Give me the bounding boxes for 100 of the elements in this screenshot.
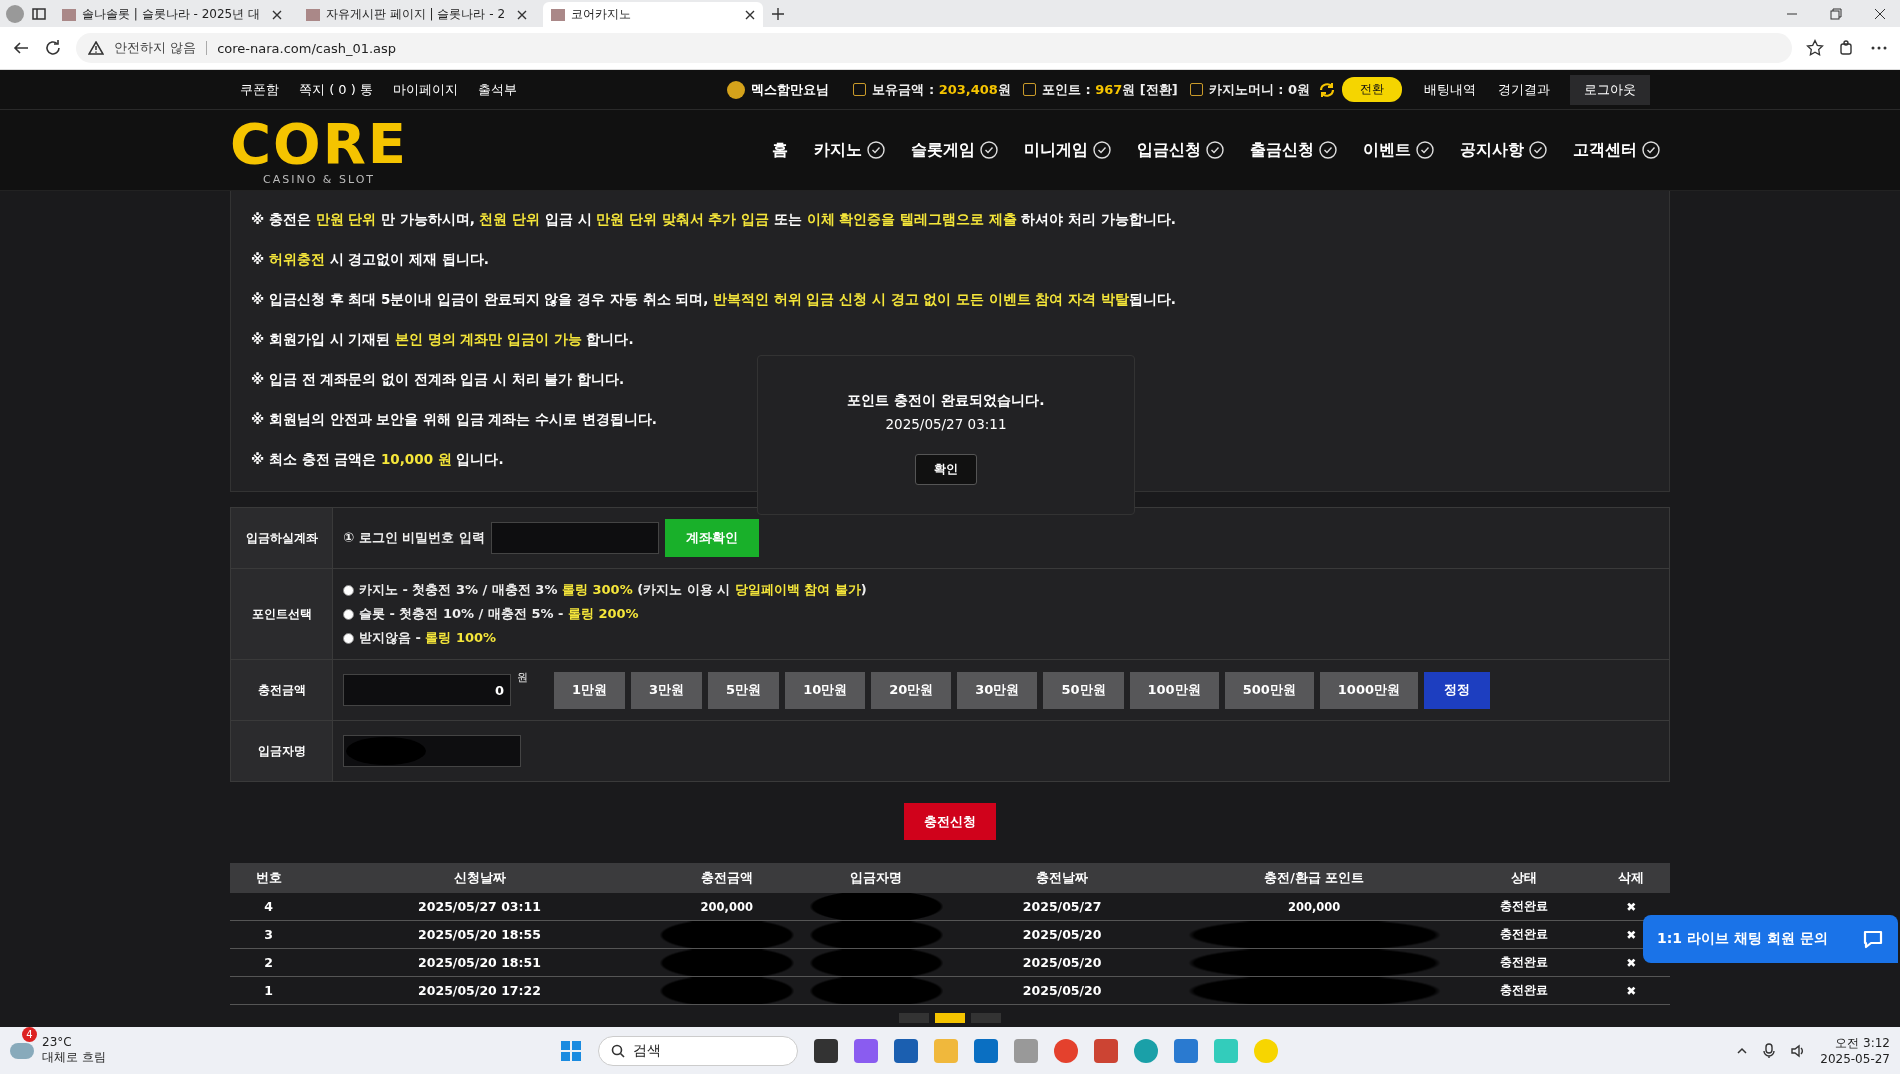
table-cell: 충전완료 [1454, 948, 1593, 977]
nav-item[interactable]: 출금신청 [1250, 139, 1337, 161]
password-label: ① 로그인 비밀번호 입력 [343, 529, 485, 547]
close-icon[interactable] [745, 9, 756, 20]
notice-text: ※ 충전은 만원 단위 만 가능하시며, 천원 단위 입금 시 만원 단위 맞춰서 추가 입금 또는 이체 확인증을 텔레그램으로 제출 하셔야 처리 가능합니다. [251, 210, 1176, 229]
table-cell: 충전완료 [1454, 920, 1593, 949]
table-cell: 2025/05/20 18:55 [307, 920, 652, 949]
amount-button[interactable]: 500만원 [1224, 671, 1314, 709]
delete-icon[interactable]: ✖ [1626, 983, 1637, 998]
radio-button[interactable] [343, 632, 354, 644]
password-field[interactable] [490, 522, 659, 554]
amount-button[interactable]: 20만원 [871, 671, 952, 709]
notice-text: ※ 입금 전 계좌문의 없이 전계좌 입금 시 처리 불가 합니다. [251, 370, 625, 389]
logo[interactable]: CORE CASINO & SLOT [230, 115, 409, 185]
new-tab-icon[interactable] [771, 6, 786, 21]
option-label: 받지않음 - 롤링 100% [359, 629, 497, 647]
tabs-icon[interactable] [32, 6, 46, 21]
refresh-icon[interactable] [1318, 80, 1336, 99]
row-label: 포인트선택 [231, 569, 333, 659]
column-header: 신청날짜 [307, 863, 652, 893]
column-header: 입금자명 [801, 863, 951, 893]
amount-button[interactable]: 50만원 [1043, 671, 1124, 709]
amount-button[interactable]: 3만원 [631, 671, 703, 709]
amount-button[interactable]: 1000만원 [1319, 671, 1418, 709]
nav-item[interactable]: 입금신청 [1137, 139, 1224, 161]
logout-button[interactable]: 로그아웃 [1570, 74, 1650, 105]
coin-icon [727, 80, 746, 99]
top-link[interactable]: 마이페이지 [392, 80, 458, 99]
table-cell: 200,000 [651, 893, 802, 921]
clock-time: 오전 3:12 [1835, 1035, 1890, 1052]
nav-item[interactable]: 공지사항 [1460, 139, 1547, 161]
column-header: 삭제 [1592, 863, 1670, 893]
favorite-icon[interactable] [1806, 39, 1824, 57]
reload-icon[interactable] [44, 39, 62, 57]
notification-badge: 4 [22, 1027, 37, 1042]
chat-bubble-icon [1862, 928, 1884, 950]
column-header: 충전금액 [651, 863, 802, 893]
close-icon[interactable] [272, 9, 282, 20]
reset-button[interactable]: 정정 [1424, 671, 1490, 709]
temperature-text: 23°C [42, 1035, 73, 1049]
top-link[interactable]: 배팅내역 [1424, 80, 1476, 99]
amount-button[interactable]: 1만원 [554, 671, 626, 709]
dialog-message: 포인트 충전이 완료되었습니다. [847, 392, 1045, 410]
row-label: 충전금액 [231, 660, 333, 720]
close-icon[interactable] [1874, 7, 1886, 20]
confirm-button[interactable]: 확인 [915, 454, 977, 485]
notice-text: ※ 허위충전 시 경고없이 제재 됩니다. [251, 250, 489, 269]
row-label: 입금하실계좌 [231, 508, 333, 568]
delete-icon[interactable]: ✖ [1626, 899, 1637, 914]
username: 멕스함만요님 [751, 80, 830, 99]
submit-button[interactable]: 충전신청 [904, 803, 996, 840]
depositor-field[interactable] [343, 735, 521, 767]
column-header: 번호 [230, 863, 308, 893]
table-cell: 2 [230, 948, 308, 977]
browser-tab[interactable]: 솔나솔롯 | 슬롯나라 - 2025년 대 [54, 2, 290, 27]
taskbar-search[interactable]: 검색 [598, 1035, 798, 1066]
option-label: 카지노 - 첫충전 3% / 매충전 3% 롤링 300% (카지노 이용 시 당일페이백 참여 불가) [359, 581, 867, 599]
amount-field[interactable]: 0 [343, 674, 511, 706]
table-cell: 2025/05/20 18:51 [307, 948, 652, 977]
table-cell: 2025/05/20 [950, 976, 1174, 1005]
delete-icon[interactable]: ✖ [1626, 927, 1637, 942]
amount-button[interactable]: 100만원 [1129, 671, 1219, 709]
table-cell: 4 [230, 893, 308, 921]
start-icon[interactable] [560, 1039, 582, 1062]
radio-button[interactable] [343, 584, 354, 596]
amount-button[interactable]: 5만원 [708, 671, 780, 709]
notice-text: ※ 회원가입 시 기재된 본인 명의 계좌만 입금이 가능 합니다. [251, 330, 634, 349]
row-label: 입금자명 [231, 721, 333, 781]
column-header: 상태 [1454, 863, 1593, 893]
weather-text: 대체로 흐림 [42, 1049, 106, 1066]
casino-money-text: 카지노머니 : 0원 [1208, 80, 1310, 99]
nav-item[interactable]: 이벤트 [1363, 139, 1434, 161]
app-icon[interactable] [814, 1038, 838, 1063]
nav-item[interactable]: 카지노 [814, 139, 885, 161]
table-cell: 2025/05/27 [950, 893, 1174, 921]
address-bar[interactable]: 안전하지 않음 core-nara.com/cash_01.asp [76, 33, 1792, 63]
top-link[interactable]: 출석부 [477, 80, 517, 99]
live-chat-button[interactable]: 1:1 라이브 채팅 회원 문의 [1643, 915, 1898, 963]
browser-tab[interactable]: 코어카지노 [543, 2, 764, 27]
top-link[interactable]: 경기결과 [1498, 80, 1550, 99]
nav-item[interactable]: 슬롯게임 [911, 139, 998, 161]
top-link[interactable]: 쪽지 ( 0 ) 통 [299, 80, 373, 99]
app-icon[interactable] [894, 1038, 918, 1063]
top-link[interactable]: 쿠폰함 [240, 80, 279, 99]
convert-button[interactable]: 전환 [1342, 77, 1402, 102]
table-cell: 2025/05/20 [950, 920, 1174, 949]
browser-tab[interactable]: 자유게시판 페이지 | 슬롯나라 - 2 [298, 2, 536, 27]
close-icon[interactable] [517, 9, 528, 20]
table-cell: 2025/05/20 [950, 948, 1174, 977]
amount-button[interactable]: 30만원 [957, 671, 1038, 709]
restore-icon[interactable] [1830, 7, 1842, 20]
nav-item[interactable]: 미니게임 [1024, 139, 1111, 161]
amount-button[interactable]: 10만원 [785, 671, 866, 709]
point-text: 포인트 : 967원 [전환] [1041, 80, 1178, 99]
radio-button[interactable] [343, 608, 354, 620]
nav-item[interactable]: 고객센터 [1573, 139, 1660, 161]
delete-icon[interactable]: ✖ [1626, 955, 1637, 970]
notice-text: ※ 입금신청 후 최대 5분이내 입금이 완료되지 않을 경우 자동 취소 되며, 반복적인 허위 입금 신청 시 경고 없이 모든 이벤트 참여 자격 박탈됩니다. [251, 290, 1176, 309]
microphone-icon[interactable] [1762, 1042, 1777, 1059]
nav-item[interactable]: 홈 [772, 139, 788, 161]
